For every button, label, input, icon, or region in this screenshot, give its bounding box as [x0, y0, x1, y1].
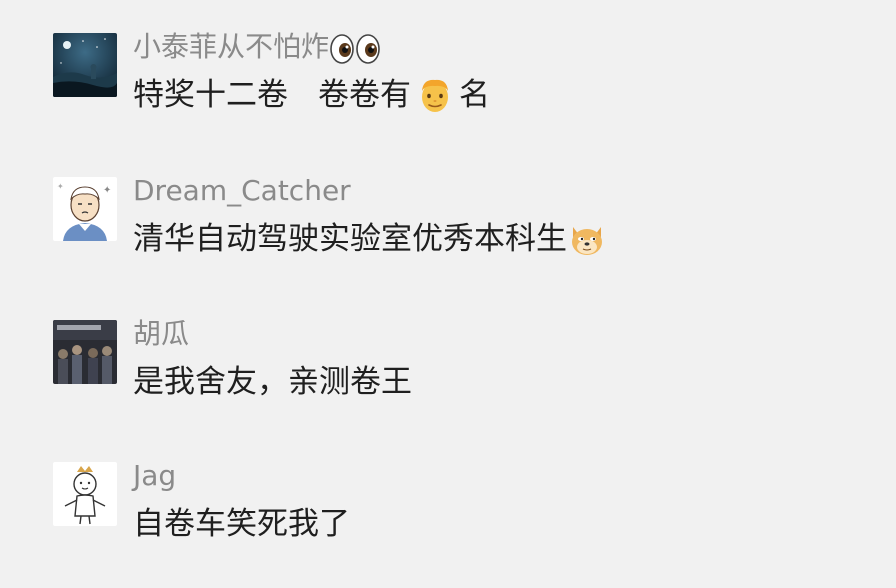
username[interactable]: Dream_Catcher [133, 171, 351, 211]
man-face-icon [417, 77, 453, 113]
username[interactable]: 胡瓜 [133, 314, 189, 354]
comment-message: 自卷车笑死我了 [133, 502, 350, 546]
night-sky-avatar-image [53, 33, 117, 97]
message-text: 清华自动驾驶实验室优秀本科生 [133, 221, 567, 257]
avatar[interactable] [53, 33, 117, 97]
cartoon-person-avatar-image: ✦ ✦ [53, 177, 117, 241]
username-text: 小泰菲从不怕炸 [133, 30, 330, 63]
comment-list: 小泰菲从不怕炸 特奖十二卷 卷卷有 名 ✦ ✦ Dream_Catcher 清华… [0, 0, 896, 588]
doge-icon [567, 219, 607, 259]
comment-message: 是我舍友，亲测卷王 [133, 360, 412, 404]
message-text: 自卷车笑死我了 [133, 506, 350, 542]
comment-item: 小泰菲从不怕炸 特奖十二卷 卷卷有 名 [0, 30, 896, 143]
comment-item: 胡瓜 是我舍友，亲测卷王 [0, 317, 896, 430]
message-text: 是我舍友，亲测卷王 [133, 364, 412, 400]
message-text: 名 [459, 77, 490, 113]
comment-item: ✦ ✦ Dream_Catcher 清华自动驾驶实验室优秀本科生 [0, 174, 896, 287]
username[interactable]: 小泰菲从不怕炸 [133, 27, 383, 67]
avatar[interactable] [53, 462, 117, 526]
message-text: 卷卷有 [318, 77, 411, 113]
svg-text:✦: ✦ [103, 185, 111, 196]
comment-message: 特奖十二卷 卷卷有 名 [133, 73, 490, 117]
username[interactable]: Jag [133, 456, 176, 496]
avatar[interactable] [53, 320, 117, 384]
comment-item: Jag 自卷车笑死我了 [0, 459, 896, 572]
avatar[interactable]: ✦ ✦ [53, 177, 117, 241]
svg-text:✦: ✦ [57, 182, 64, 191]
crowd-photo-avatar-image [53, 320, 117, 384]
eyes-icon [329, 30, 383, 66]
comment-message: 清华自动驾驶实验室优秀本科生 [133, 217, 607, 261]
message-text: 特奖十二卷 [133, 77, 288, 113]
stick-figure-avatar-image [53, 462, 117, 526]
